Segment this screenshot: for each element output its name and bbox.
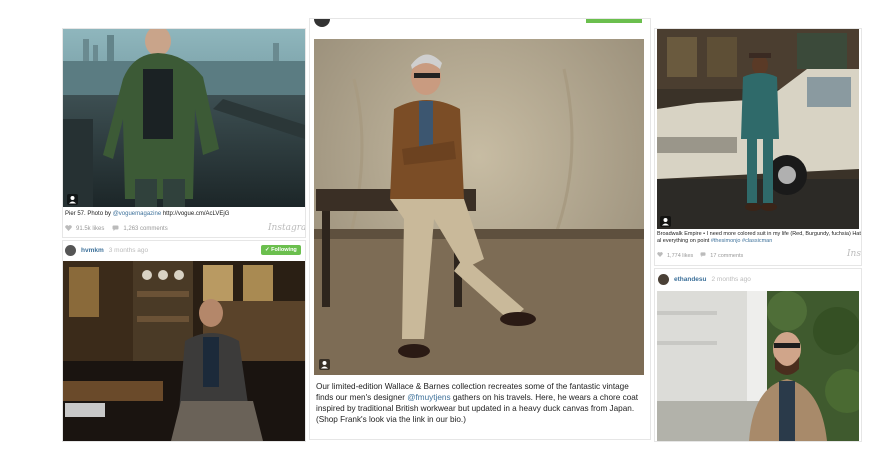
hashtag-link[interactable]: #thesimonjo #classicman [711, 238, 772, 244]
post-time: 2 months ago [711, 276, 751, 283]
post-header: hvmkm 3 months ago [65, 245, 148, 256]
heart-icon[interactable] [657, 252, 663, 259]
likes-count: 1,774 likes [667, 252, 694, 259]
post-header: ethandesu 2 months ago [658, 274, 751, 285]
username-link[interactable]: hvmkm [81, 247, 104, 254]
comments-count: 17 comments [710, 252, 744, 259]
instagram-logo: Ins [847, 249, 861, 259]
heart-icon[interactable] [65, 225, 72, 233]
following-button[interactable] [586, 19, 642, 23]
comment-icon[interactable] [700, 252, 706, 259]
comments-count: 1,263 comments [123, 226, 168, 232]
post-caption: Pier 57. Photo by @voguemagazine http://… [65, 211, 230, 217]
avatar[interactable] [65, 245, 76, 256]
post-caption: Broadwalk Empire • I need more colored s… [657, 231, 861, 244]
post-photo-pier[interactable] [63, 29, 305, 207]
following-button[interactable]: ✓ Following [261, 245, 301, 255]
post-photo-truck[interactable] [657, 29, 859, 229]
instagram-logo: Instagram [268, 223, 306, 233]
avatar[interactable] [658, 274, 669, 285]
post-card-broadwalk: Broadwalk Empire • I need more colored s… [654, 28, 862, 266]
mention-link[interactable]: @fmuytjens [407, 393, 450, 402]
tagged-user-icon[interactable] [319, 359, 330, 370]
username-link[interactable]: ethandesu [674, 276, 707, 283]
avatar[interactable] [314, 19, 330, 27]
post-card-wallace-barnes: Our limited-edition Wallace & Barnes col… [309, 18, 651, 440]
post-photo-shop[interactable] [63, 261, 305, 441]
tagged-user-icon[interactable] [660, 216, 671, 227]
post-card-pier57: Pier 57. Photo by @voguemagazine http://… [62, 28, 306, 238]
post-photo-chore-coat[interactable] [314, 39, 644, 375]
post-photo-ethandesu[interactable] [657, 291, 859, 441]
tagged-user-icon[interactable] [67, 194, 78, 205]
post-card-ethandesu: ethandesu 2 months ago [654, 268, 862, 442]
post-time: 3 months ago [108, 247, 149, 254]
post-card-hvmkm: hvmkm 3 months ago ✓ Following [62, 240, 306, 442]
likes-count: 91.5k likes [76, 226, 105, 232]
comment-icon[interactable] [112, 225, 119, 233]
mention-link[interactable]: @voguemagazine [113, 211, 161, 217]
post-stats: 91.5k likes 1,263 comments [65, 225, 168, 233]
post-caption: Our limited-edition Wallace & Barnes col… [316, 382, 639, 424]
post-stats: 1,774 likes 17 comments [657, 252, 743, 259]
